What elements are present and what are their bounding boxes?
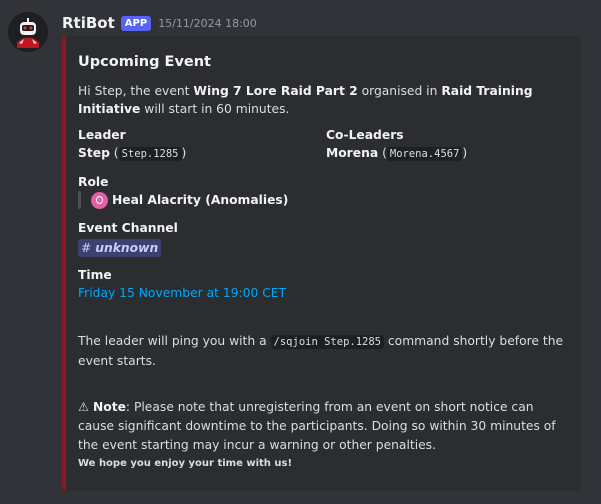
quote-bar — [78, 191, 81, 209]
role-field: Role Heal Alacrity (Anomalies) — [78, 173, 288, 209]
coleaders-field: Co-Leaders Morena (Morena.4567) — [326, 126, 467, 163]
hash-icon: # — [81, 241, 92, 255]
embed-description: Hi Step, the event Wing 7 Lore Raid Part… — [78, 84, 533, 116]
note-text: : Please note that unregistering from an… — [78, 400, 556, 452]
heal-role-icon — [91, 191, 108, 209]
event-channel-label: Event Channel — [78, 221, 178, 235]
username[interactable]: RtiBot — [62, 14, 115, 32]
robot-icon — [8, 12, 48, 52]
coleader-handle: Morena.4567 — [386, 147, 463, 161]
message-timestamp[interactable]: 15/11/2024 18:00 — [158, 17, 257, 30]
channel-mention[interactable]: # unknown — [78, 239, 162, 257]
role-label: Role — [78, 175, 109, 189]
event-embed: Upcoming Event Hi Step, the event Wing 7… — [62, 36, 581, 491]
event-time-link[interactable]: Friday 15 November at 19:00 CET — [78, 284, 286, 302]
time-label: Time — [78, 268, 112, 282]
event-channel-field: Event Channel # unknown — [78, 219, 178, 257]
note-paragraph: ⚠ Note: Please note that unregistering f… — [78, 398, 568, 455]
coleader-value: Morena (Morena.4567) — [326, 146, 468, 161]
leader-value: Step (Step.1285) — [78, 146, 187, 161]
coleaders-label: Co-Leaders — [326, 128, 404, 142]
bot-avatar[interactable] — [8, 12, 48, 52]
leader-field: Leader Step (Step.1285) — [78, 126, 186, 163]
channel-name: unknown — [95, 241, 159, 255]
embed-title: Upcoming Event — [78, 54, 211, 70]
time-field: Time Friday 15 November at 19:00 CET — [78, 266, 286, 302]
ping-paragraph: The leader will ping you with a /sqjoin … — [78, 334, 564, 368]
event-name: Wing 7 Lore Raid Part 2 — [193, 84, 358, 98]
warning-icon: ⚠ — [78, 400, 90, 414]
role-quote: Heal Alacrity (Anomalies) — [78, 191, 288, 209]
embed-footer: We hope you enjoy your time with us! — [78, 458, 293, 469]
leader-label: Leader — [78, 128, 126, 142]
message-header: RtiBot APP 15/11/2024 18:00 — [62, 12, 257, 34]
role-value: Heal Alacrity (Anomalies) — [112, 193, 289, 207]
note-label: Note — [92, 400, 126, 414]
app-badge: APP — [120, 15, 152, 31]
sqjoin-command: /sqjoin Step.1285 — [270, 335, 384, 349]
leader-handle: Step.1285 — [118, 147, 182, 161]
